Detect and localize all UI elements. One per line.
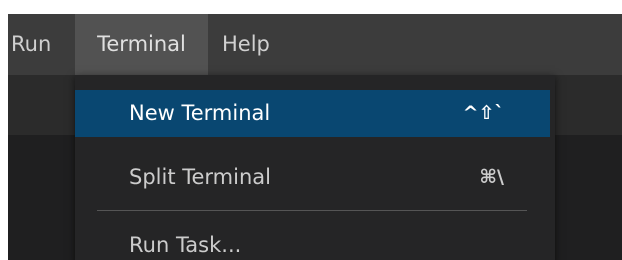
menu-item-label: New Terminal (129, 101, 271, 125)
menu-help[interactable]: Help (222, 14, 292, 75)
menu-item-split-terminal[interactable]: Split Terminal ⌘\ (75, 154, 550, 201)
menu-item-label: Run Task... (129, 233, 242, 257)
menu-item-shortcut: ^⇧` (462, 102, 504, 124)
menu-separator (97, 210, 527, 211)
terminal-menu-dropdown: New Terminal ^⇧` Split Terminal ⌘\ Run T… (75, 75, 555, 260)
window-frame: Run Terminal Help New Terminal ^⇧` Split… (8, 14, 622, 260)
menu-run[interactable]: Run (11, 14, 71, 75)
menubar: Run Terminal Help (8, 14, 622, 75)
menu-terminal[interactable]: Terminal (75, 14, 208, 75)
menu-item-label: Split Terminal (129, 165, 271, 189)
menu-item-run-task[interactable]: Run Task... (75, 222, 550, 260)
menu-item-shortcut: ⌘\ (479, 166, 504, 188)
menu-item-new-terminal[interactable]: New Terminal ^⇧` (75, 90, 550, 137)
